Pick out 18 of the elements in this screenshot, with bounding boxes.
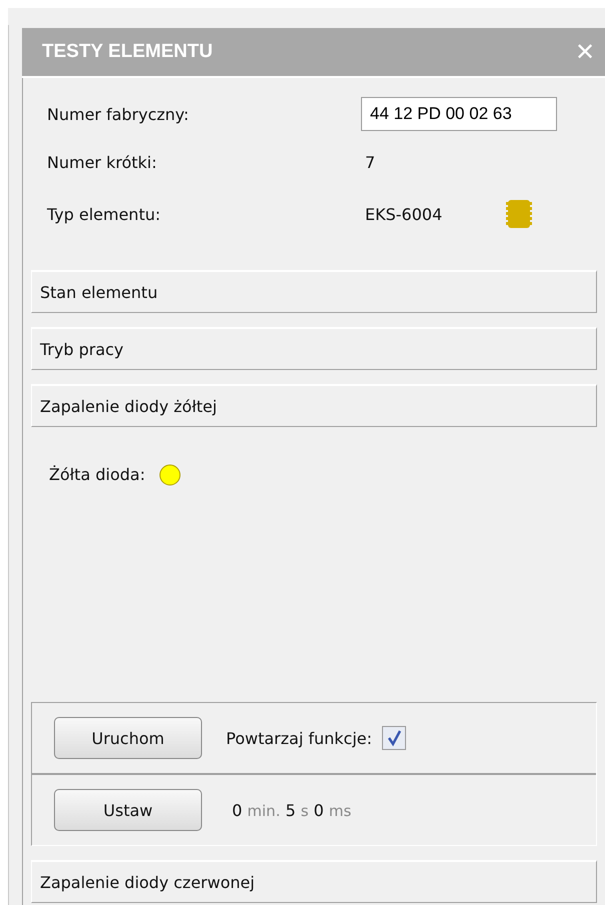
field-label: Typ elementu:: [47, 204, 162, 224]
field-value: 7: [365, 152, 376, 172]
section-header[interactable]: Zapalenie diody czerwonej: [31, 860, 597, 903]
repeat-label: Powtarzaj funkcje:: [226, 728, 372, 748]
repeat-checkbox[interactable]: [382, 726, 406, 750]
timer-value: 0 min. 5 s 0 ms: [232, 800, 352, 820]
field-label: Numer krótki:: [47, 152, 158, 172]
section-header[interactable]: Tryb pracy: [31, 327, 597, 370]
field-value: EKS-6004: [365, 204, 442, 224]
set-button[interactable]: Ustaw: [54, 789, 202, 831]
serial-number-field[interactable]: 44 12 PD 00 02 63: [361, 97, 557, 131]
field-label: Numer fabryczny:: [47, 104, 190, 124]
section-header[interactable]: Zapalenie diody żółtej: [31, 384, 597, 427]
indicator-label: Żółta dioda:: [49, 465, 146, 484]
chip-icon: [506, 199, 532, 229]
section-header[interactable]: Stan elementu: [31, 270, 597, 313]
panel-title: TESTY ELEMENTU: [42, 41, 213, 63]
run-button[interactable]: Uruchom: [54, 717, 202, 759]
